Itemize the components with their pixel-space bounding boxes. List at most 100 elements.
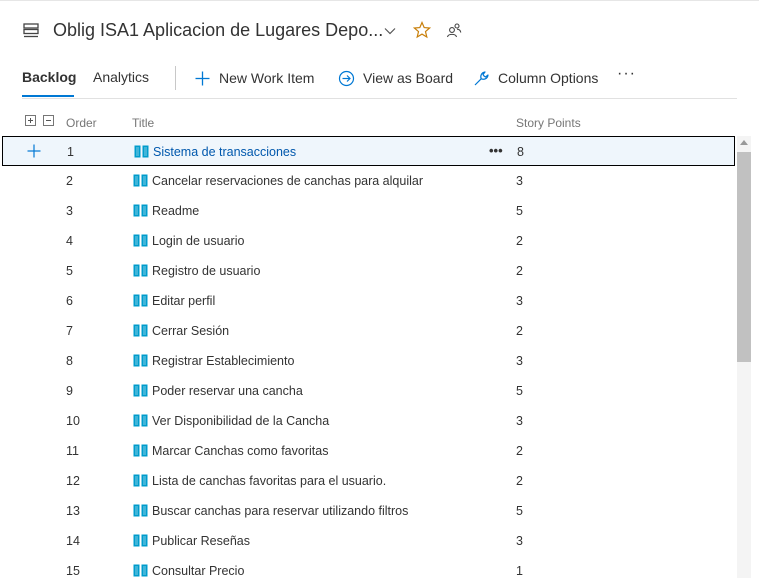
user-story-icon [133, 534, 148, 547]
wrench-icon [474, 70, 489, 85]
row-order: 15 [66, 564, 80, 578]
new-work-item-label: New Work Item [219, 70, 315, 86]
column-header-story-points[interactable]: Story Points [516, 116, 581, 130]
work-item-title-link[interactable]: Registro de usuario [152, 264, 260, 278]
story-points-value: 3 [516, 534, 523, 548]
user-story-icon [133, 354, 148, 367]
row-order: 4 [66, 234, 73, 248]
story-points-value: 2 [516, 324, 523, 338]
work-item-title-link[interactable]: Cerrar Sesión [152, 324, 229, 338]
table-row[interactable]: 7 Cerrar Sesión 2 [2, 316, 735, 346]
page-header: Oblig ISA1 Aplicacion de Lugares Depo... [0, 0, 759, 64]
favorite-star-icon[interactable] [413, 21, 431, 39]
expand-all-icon[interactable] [25, 115, 36, 126]
story-points-value: 3 [516, 294, 523, 308]
story-points-value: 3 [516, 414, 523, 428]
user-story-icon [133, 384, 148, 397]
tab-backlog[interactable]: Backlog [22, 69, 76, 85]
user-story-icon [133, 294, 148, 307]
work-item-title-link[interactable]: Poder reservar una cancha [152, 384, 303, 398]
work-item-title-link[interactable]: Buscar canchas para reservar utilizando … [152, 504, 408, 518]
story-points-value: 2 [516, 264, 523, 278]
work-item-title-link[interactable]: Consultar Precio [152, 564, 244, 578]
new-work-item-button[interactable]: New Work Item [194, 66, 314, 90]
table-row[interactable]: 9 Poder reservar una cancha 5 [2, 376, 735, 406]
row-order: 2 [66, 174, 73, 188]
table-row[interactable]: 3 Readme 5 [2, 196, 735, 226]
active-tab-indicator [22, 95, 74, 97]
row-order: 8 [66, 354, 73, 368]
row-more-actions-icon[interactable]: ••• [489, 143, 503, 158]
work-item-title-link[interactable]: Editar perfil [152, 294, 215, 308]
table-row[interactable]: 13 Buscar canchas para reservar utilizand… [2, 496, 735, 526]
backlog-toolbar: Backlog Analytics New Work Item View as … [0, 60, 759, 98]
scroll-up-arrow-icon[interactable] [740, 140, 748, 145]
user-story-icon [133, 204, 148, 217]
row-order: 6 [66, 294, 73, 308]
user-story-icon [133, 324, 148, 337]
table-row[interactable]: 6 Editar perfil 3 [2, 286, 735, 316]
story-points-value: 5 [516, 204, 523, 218]
work-item-title-link[interactable]: Login de usuario [152, 234, 244, 248]
row-order: 9 [66, 384, 73, 398]
chevron-down-icon[interactable] [383, 24, 397, 38]
plus-icon [195, 71, 210, 85]
table-row[interactable]: 1 Sistema de transacciones ••• 8 [2, 136, 735, 166]
row-order: 5 [66, 264, 73, 278]
team-members-icon[interactable] [446, 22, 462, 38]
user-story-icon [133, 414, 148, 427]
column-options-label: Column Options [498, 70, 599, 86]
table-row[interactable]: 10 Ver Disponibilidad de la Cancha 3 [2, 406, 735, 436]
story-points-value: 3 [516, 354, 523, 368]
story-points-value: 8 [517, 145, 524, 159]
view-as-board-button[interactable]: View as Board [338, 66, 453, 90]
backlog-grid: 1 Sistema de transacciones ••• 8 2 Cancelar r… [0, 136, 737, 578]
table-row[interactable]: 5 Registro de usuario 2 [2, 256, 735, 286]
add-child-icon[interactable] [27, 144, 41, 158]
user-story-icon [133, 174, 148, 187]
page-title: Oblig ISA1 Aplicacion de Lugares Depo... [53, 20, 384, 40]
work-item-title-link[interactable]: Ver Disponibilidad de la Cancha [152, 414, 329, 428]
table-row[interactable]: 8 Registrar Establecimiento 3 [2, 346, 735, 376]
backlog-list-icon [23, 23, 39, 38]
column-header-order[interactable]: Order [66, 116, 97, 130]
collapse-all-icon[interactable] [43, 115, 54, 126]
row-order: 14 [66, 534, 80, 548]
work-item-title-link[interactable]: Registrar Establecimiento [152, 354, 294, 368]
story-points-value: 2 [516, 234, 523, 248]
tab-analytics[interactable]: Analytics [93, 69, 149, 85]
story-points-value: 1 [516, 564, 523, 578]
work-item-title-link[interactable]: Sistema de transacciones [153, 145, 296, 159]
row-order: 10 [66, 414, 80, 428]
user-story-icon [133, 264, 148, 277]
work-item-title-link[interactable]: Marcar Canchas como favoritas [152, 444, 328, 458]
story-points-value: 5 [516, 384, 523, 398]
row-order: 3 [66, 204, 73, 218]
story-points-value: 2 [516, 444, 523, 458]
row-order: 13 [66, 504, 80, 518]
table-row[interactable]: 4 Login de usuario 2 [2, 226, 735, 256]
work-item-title-link[interactable]: Publicar Reseñas [152, 534, 250, 548]
column-options-button[interactable]: Column Options [473, 66, 598, 90]
user-story-icon [133, 564, 148, 577]
toolbar-divider [175, 66, 176, 90]
user-story-icon [133, 474, 148, 487]
table-row[interactable]: 15 Consultar Precio 1 [2, 556, 735, 578]
column-header-title[interactable]: Title [132, 116, 154, 130]
work-item-title-link[interactable]: Cancelar reservaciones de canchas para a… [152, 174, 423, 188]
scrollbar-thumb[interactable] [737, 152, 751, 362]
work-item-title-link[interactable]: Lista de canchas favoritas para el usuar… [152, 474, 386, 488]
story-points-value: 5 [516, 504, 523, 518]
story-points-value: 3 [516, 174, 523, 188]
table-row[interactable]: 2 Cancelar reservaciones de canchas para … [2, 166, 735, 196]
more-actions-icon[interactable]: ··· [617, 65, 636, 83]
work-item-title-link[interactable]: Readme [152, 204, 199, 218]
toolbar-divider-line [22, 98, 737, 99]
table-row[interactable]: 14 Publicar Reseñas 3 [2, 526, 735, 556]
table-row[interactable]: 11 Marcar Canchas como favoritas 2 [2, 436, 735, 466]
table-row[interactable]: 12 Lista de canchas favoritas para el usu… [2, 466, 735, 496]
column-header-row: Order Title Story Points [0, 112, 759, 134]
row-order: 7 [66, 324, 73, 338]
user-story-icon [133, 504, 148, 517]
arrow-circle-icon [338, 70, 355, 86]
